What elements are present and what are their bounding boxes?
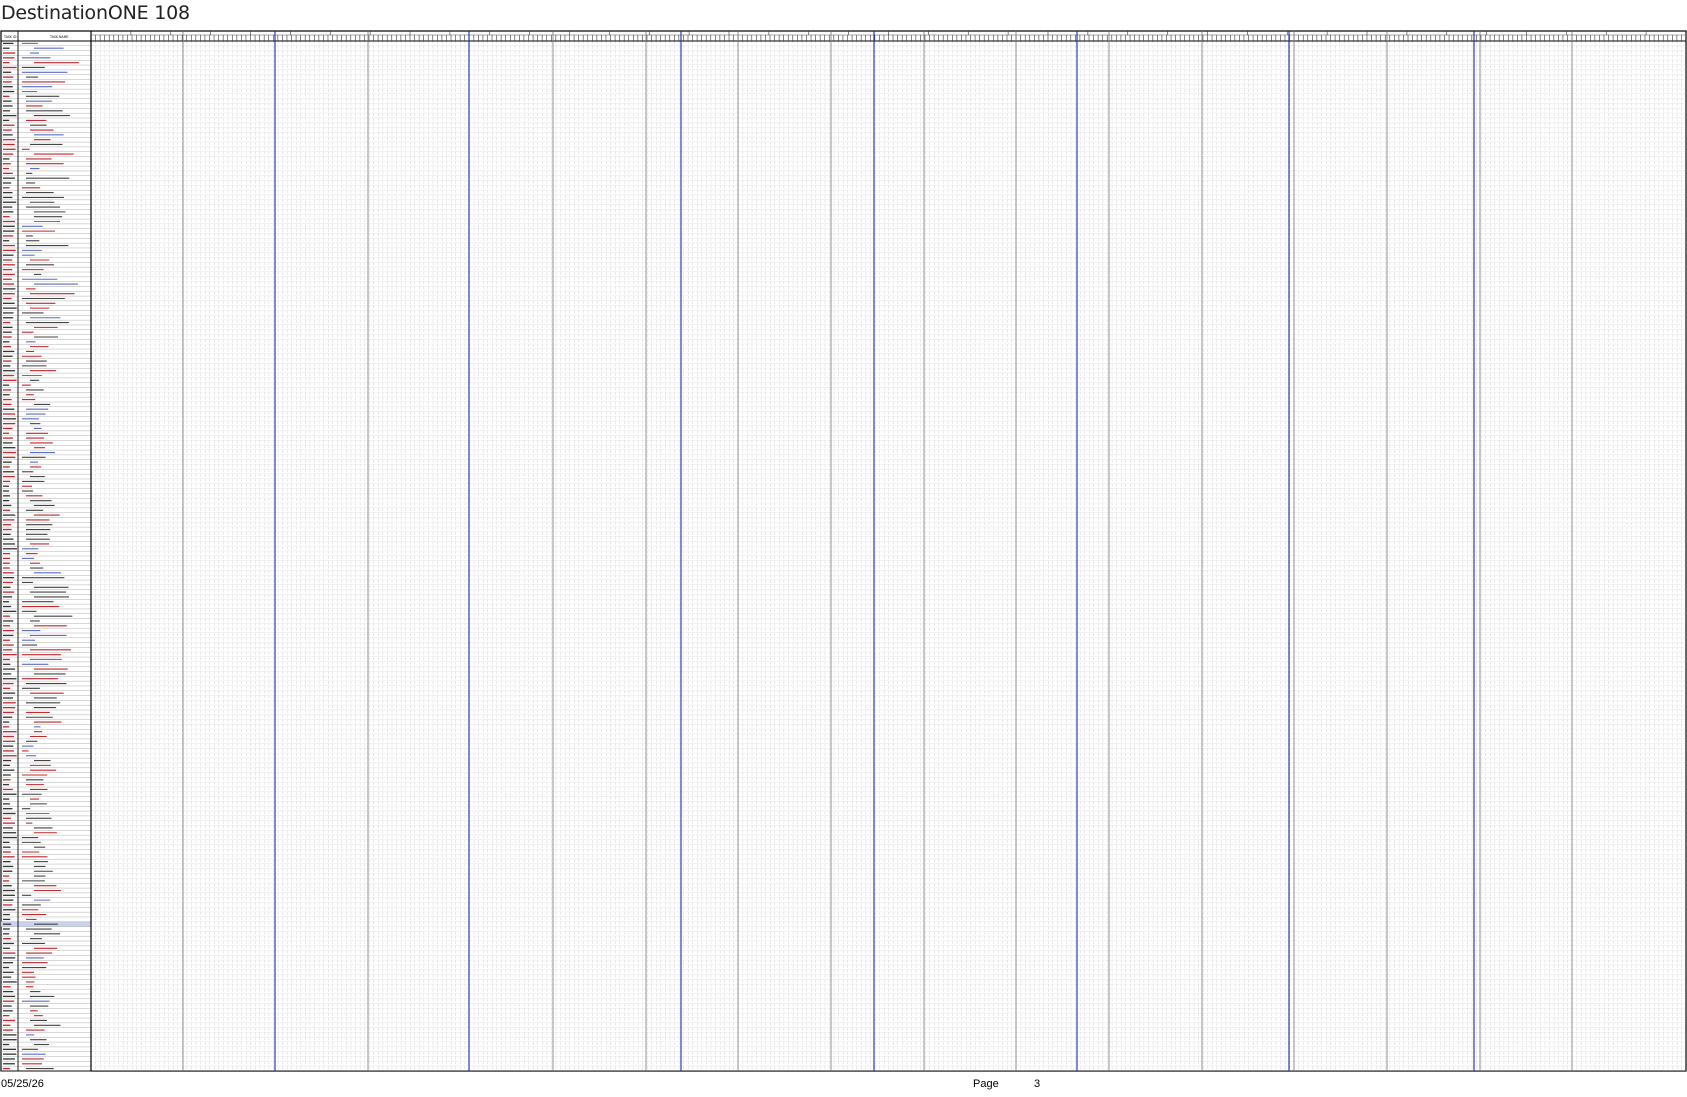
header-task-id: TASK ID: [3, 35, 17, 39]
footer-page-number: 3: [1034, 1078, 1041, 1090]
schedule-grid: TASK ID TASK NAME: [0, 30, 1687, 1072]
footer-date: 05/25/26: [1, 1078, 44, 1090]
footer-page-label: Page: [973, 1078, 999, 1090]
schedule-sheet: TASK ID TASK NAME: [0, 30, 1687, 1072]
header-task-name: TASK NAME: [49, 35, 68, 39]
timeline-grid: [91, 41, 1686, 1071]
